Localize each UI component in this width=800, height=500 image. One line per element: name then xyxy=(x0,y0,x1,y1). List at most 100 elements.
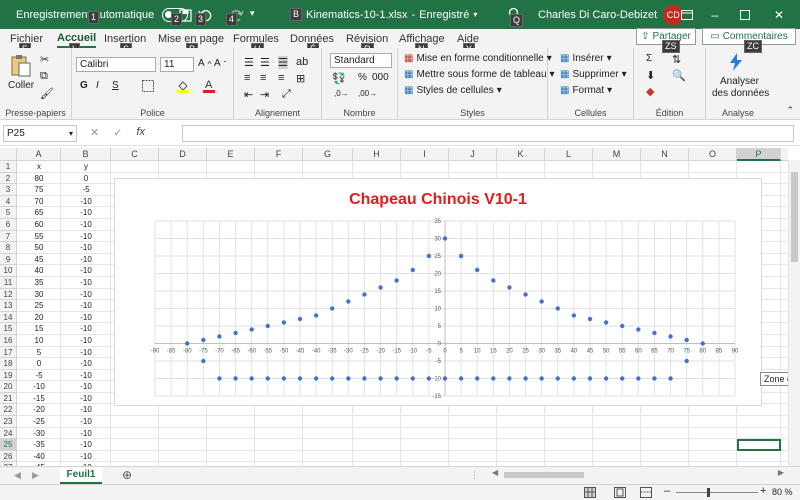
row-header[interactable]: 19 xyxy=(0,369,17,382)
cell-a[interactable]: -5 xyxy=(17,370,61,382)
zoom-slider-thumb[interactable] xyxy=(707,488,710,497)
add-sheet-icon[interactable]: ⊕ xyxy=(122,468,132,482)
italic-button[interactable]: I xyxy=(96,80,99,91)
cell-a[interactable]: 15 xyxy=(17,323,61,335)
paste-label[interactable]: Coller xyxy=(8,80,34,91)
orientation-icon[interactable]: ⤢ xyxy=(282,88,291,101)
format-cells-button[interactable]: ▦ Format ▾ xyxy=(560,85,612,96)
formula-input[interactable] xyxy=(182,125,794,142)
column-header-B[interactable]: B xyxy=(61,148,111,161)
cell-b[interactable]: -10 xyxy=(61,277,111,289)
normal-view-icon[interactable] xyxy=(584,487,596,500)
cell-b[interactable]: -10 xyxy=(61,416,111,428)
indent-increase-icon[interactable]: ⇥ xyxy=(260,88,269,101)
column-header-L[interactable]: L xyxy=(545,148,593,161)
cell-b[interactable]: -10 xyxy=(61,451,111,463)
autosum-button[interactable]: Σ xyxy=(646,53,652,64)
page-layout-icon[interactable] xyxy=(614,487,626,500)
align-right-icon[interactable]: ≡ xyxy=(278,72,284,84)
row-header[interactable]: 22 xyxy=(0,404,17,417)
column-header-I[interactable]: I xyxy=(401,148,449,161)
align-left-icon[interactable]: ≡ xyxy=(244,72,250,84)
cell-b[interactable]: -10 xyxy=(61,439,111,451)
fill-icon[interactable]: ⬇ xyxy=(646,69,655,82)
column-header-K[interactable]: K xyxy=(497,148,545,161)
wrap-text-icon[interactable]: ab xyxy=(296,56,308,68)
cell-b[interactable]: -10 xyxy=(61,265,111,277)
cell-b[interactable]: -5 xyxy=(61,184,111,196)
cell-a[interactable]: -35 xyxy=(17,439,61,451)
cell-b[interactable]: -10 xyxy=(61,242,111,254)
user-account[interactable]: Charles Di Caro-Debizet CD xyxy=(538,0,684,29)
row-header[interactable]: 11 xyxy=(0,276,17,289)
format-painter-icon[interactable]: 🖌 xyxy=(40,87,54,100)
shrink-font-icon[interactable]: Aˇ xyxy=(214,58,226,69)
paste-icon[interactable] xyxy=(10,54,32,81)
border-icon[interactable] xyxy=(142,80,154,95)
increase-decimal-icon[interactable]: ,0→ xyxy=(334,89,349,98)
cell-a[interactable]: 45 xyxy=(17,254,61,266)
next-sheet-icon[interactable]: ▶ xyxy=(32,470,39,481)
row-header[interactable]: 10 xyxy=(0,265,17,277)
row-header[interactable]: 15 xyxy=(0,323,17,335)
maximize-icon[interactable] xyxy=(728,0,762,29)
cell-a[interactable]: 75 xyxy=(17,184,61,196)
cell-a[interactable]: -40 xyxy=(17,451,61,463)
hscroll-thumb[interactable] xyxy=(504,472,584,478)
cell-a[interactable]: -25 xyxy=(17,416,61,428)
cell-a[interactable]: 60 xyxy=(17,219,61,231)
enter-icon[interactable]: ✓ xyxy=(113,126,122,139)
row-header[interactable]: 23 xyxy=(0,416,17,428)
name-box[interactable]: P25 ▾ xyxy=(3,125,77,142)
row-header[interactable]: 18 xyxy=(0,358,17,370)
cell-b[interactable]: -10 xyxy=(61,404,111,416)
cell-b[interactable]: -10 xyxy=(61,370,111,382)
row-header[interactable]: 20 xyxy=(0,381,17,393)
analyze-data-label1[interactable]: Analyser xyxy=(720,76,759,87)
font-size-select[interactable]: 11 xyxy=(160,57,194,72)
delete-cells-button[interactable]: ▦ Supprimer ▾ xyxy=(560,69,627,80)
collapse-ribbon-icon[interactable]: ⌃ xyxy=(786,105,794,116)
cell-a[interactable]: 10 xyxy=(17,335,61,347)
align-center-icon[interactable]: ≡ xyxy=(260,72,266,84)
insert-function-icon[interactable]: fx xyxy=(136,126,145,139)
cell-b[interactable]: 0 xyxy=(61,173,111,185)
currency-icon[interactable]: 💱 xyxy=(332,72,346,85)
cell-a[interactable]: 55 xyxy=(17,231,61,243)
cell-b[interactable]: -10 xyxy=(61,312,111,324)
percent-button[interactable]: % xyxy=(358,72,367,83)
row-header[interactable]: 13 xyxy=(0,300,17,312)
cell-b[interactable]: y xyxy=(61,161,111,173)
align-bottom-icon[interactable]: ☰ xyxy=(278,56,288,69)
cell-a[interactable]: -15 xyxy=(17,393,61,405)
cell-b[interactable]: -10 xyxy=(61,289,111,301)
indent-decrease-icon[interactable]: ⇤ xyxy=(244,88,253,101)
zoom-level[interactable]: 80 % xyxy=(772,487,793,497)
cell-b[interactable]: -10 xyxy=(61,300,111,312)
merge-icon[interactable]: ⊞ xyxy=(296,72,305,85)
find-icon[interactable]: 🔍 xyxy=(672,69,686,82)
cell-a[interactable]: 30 xyxy=(17,289,61,301)
conditional-formatting-button[interactable]: ▦ Mise en forme conditionnelle ▾ xyxy=(404,53,552,64)
horizontal-scrollbar[interactable]: ◀ ▶ xyxy=(490,468,786,480)
row-header[interactable]: 1 xyxy=(0,161,17,173)
customize-qat-icon[interactable]: ▾ xyxy=(250,8,255,19)
column-header-P[interactable]: P xyxy=(737,148,781,161)
analyze-data-label2[interactable]: des données xyxy=(712,88,769,99)
cell-a[interactable]: -10 xyxy=(17,381,61,393)
column-header-N[interactable]: N xyxy=(641,148,689,161)
insert-cells-button[interactable]: ▦ Insérer ▾ xyxy=(560,53,612,64)
cell-a[interactable]: 70 xyxy=(17,196,61,208)
row-header[interactable]: 26 xyxy=(0,450,17,463)
row-header[interactable]: 3 xyxy=(0,184,17,196)
sheet-tab-feuil1[interactable]: Feuil1 xyxy=(60,467,102,484)
bold-button[interactable]: G xyxy=(80,80,88,91)
underline-button[interactable]: S xyxy=(112,80,119,91)
scroll-right-icon[interactable]: ▶ xyxy=(778,468,784,477)
scroll-left-icon[interactable]: ◀ xyxy=(492,468,498,477)
select-all-corner[interactable] xyxy=(0,148,17,161)
copy-icon[interactable]: ⧉ xyxy=(40,70,48,83)
align-middle-icon[interactable]: ☰ xyxy=(260,56,270,69)
row-header[interactable]: 14 xyxy=(0,311,17,324)
cell-b[interactable]: -10 xyxy=(61,335,111,347)
